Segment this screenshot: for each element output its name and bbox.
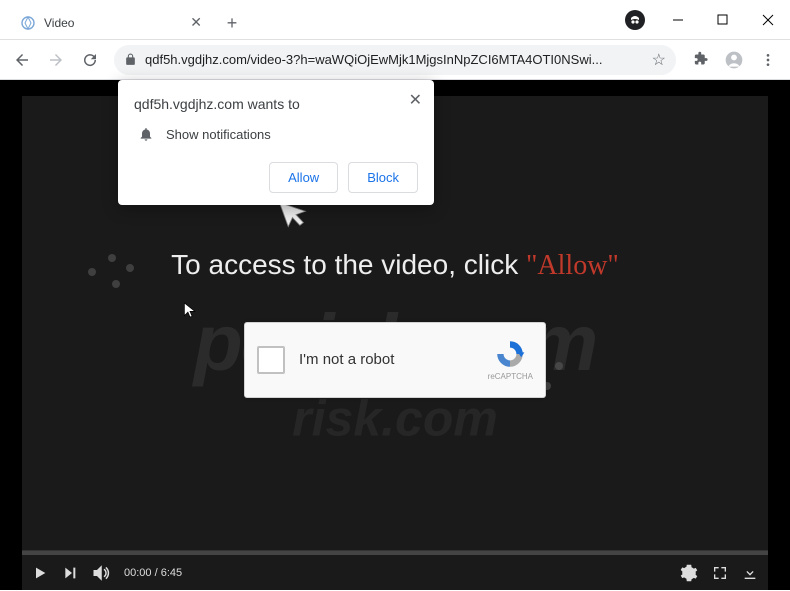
url-text: qdf5h.vgdjhz.com/video-3?h=waWQiOjEwMjk1… bbox=[145, 52, 644, 67]
video-controls: 00:00 / 6:45 bbox=[22, 550, 768, 590]
forward-button[interactable] bbox=[40, 44, 72, 76]
minimize-button[interactable] bbox=[655, 0, 700, 39]
close-window-button[interactable] bbox=[745, 0, 790, 39]
instruction-text: To access to the video, click "Allow" bbox=[171, 249, 619, 282]
block-button[interactable]: Block bbox=[348, 162, 418, 193]
browser-toolbar: qdf5h.vgdjhz.com/video-3?h=waWQiOjEwMjk1… bbox=[0, 40, 790, 80]
current-time: 00:00 bbox=[124, 567, 152, 579]
volume-button[interactable] bbox=[92, 564, 110, 582]
profile-button[interactable] bbox=[718, 44, 750, 76]
fullscreen-button[interactable] bbox=[712, 565, 728, 581]
maximize-button[interactable] bbox=[700, 0, 745, 39]
browser-tab[interactable]: Video ✕ bbox=[8, 6, 218, 39]
recaptcha-checkbox[interactable] bbox=[257, 346, 285, 374]
tab-title: Video bbox=[44, 16, 178, 30]
recaptcha-logo: reCAPTCHA bbox=[488, 338, 533, 381]
settings-button[interactable] bbox=[680, 564, 698, 582]
extensions-button[interactable] bbox=[684, 44, 716, 76]
bell-icon bbox=[138, 126, 154, 142]
popup-title: qdf5h.vgdjhz.com wants to bbox=[134, 96, 418, 112]
instruction-prefix: To access to the video, click bbox=[171, 249, 526, 280]
back-button[interactable] bbox=[6, 44, 38, 76]
profile-badge[interactable] bbox=[615, 0, 655, 39]
address-bar[interactable]: qdf5h.vgdjhz.com/video-3?h=waWQiOjEwMjk1… bbox=[114, 45, 676, 75]
cursor-icon bbox=[183, 300, 197, 320]
popup-close-button[interactable]: ✕ bbox=[409, 90, 422, 110]
duration: 6:45 bbox=[161, 567, 182, 579]
window-titlebar: Video ✕ + bbox=[0, 0, 790, 40]
bookmark-star-icon[interactable]: ☆ bbox=[652, 50, 666, 70]
permission-label: Show notifications bbox=[166, 127, 271, 142]
menu-button[interactable] bbox=[752, 44, 784, 76]
favicon-icon bbox=[20, 15, 36, 31]
next-button[interactable] bbox=[62, 565, 78, 581]
time-display: 00:00 / 6:45 bbox=[124, 567, 182, 579]
recaptcha-brand: reCAPTCHA bbox=[488, 372, 533, 381]
play-button[interactable] bbox=[32, 565, 48, 581]
download-button[interactable] bbox=[742, 565, 758, 581]
recaptcha-widget: I'm not a robot reCAPTCHA bbox=[244, 322, 546, 398]
window-controls bbox=[655, 0, 790, 39]
tab-close-button[interactable]: ✕ bbox=[186, 12, 206, 33]
allow-button[interactable]: Allow bbox=[269, 162, 338, 193]
recaptcha-label: I'm not a robot bbox=[299, 351, 488, 368]
lock-icon bbox=[124, 53, 137, 66]
instruction-allow-word: "Allow" bbox=[526, 250, 619, 281]
notification-permission-popup: ✕ qdf5h.vgdjhz.com wants to Show notific… bbox=[118, 80, 434, 205]
reload-button[interactable] bbox=[74, 44, 106, 76]
new-tab-button[interactable]: + bbox=[218, 8, 246, 39]
